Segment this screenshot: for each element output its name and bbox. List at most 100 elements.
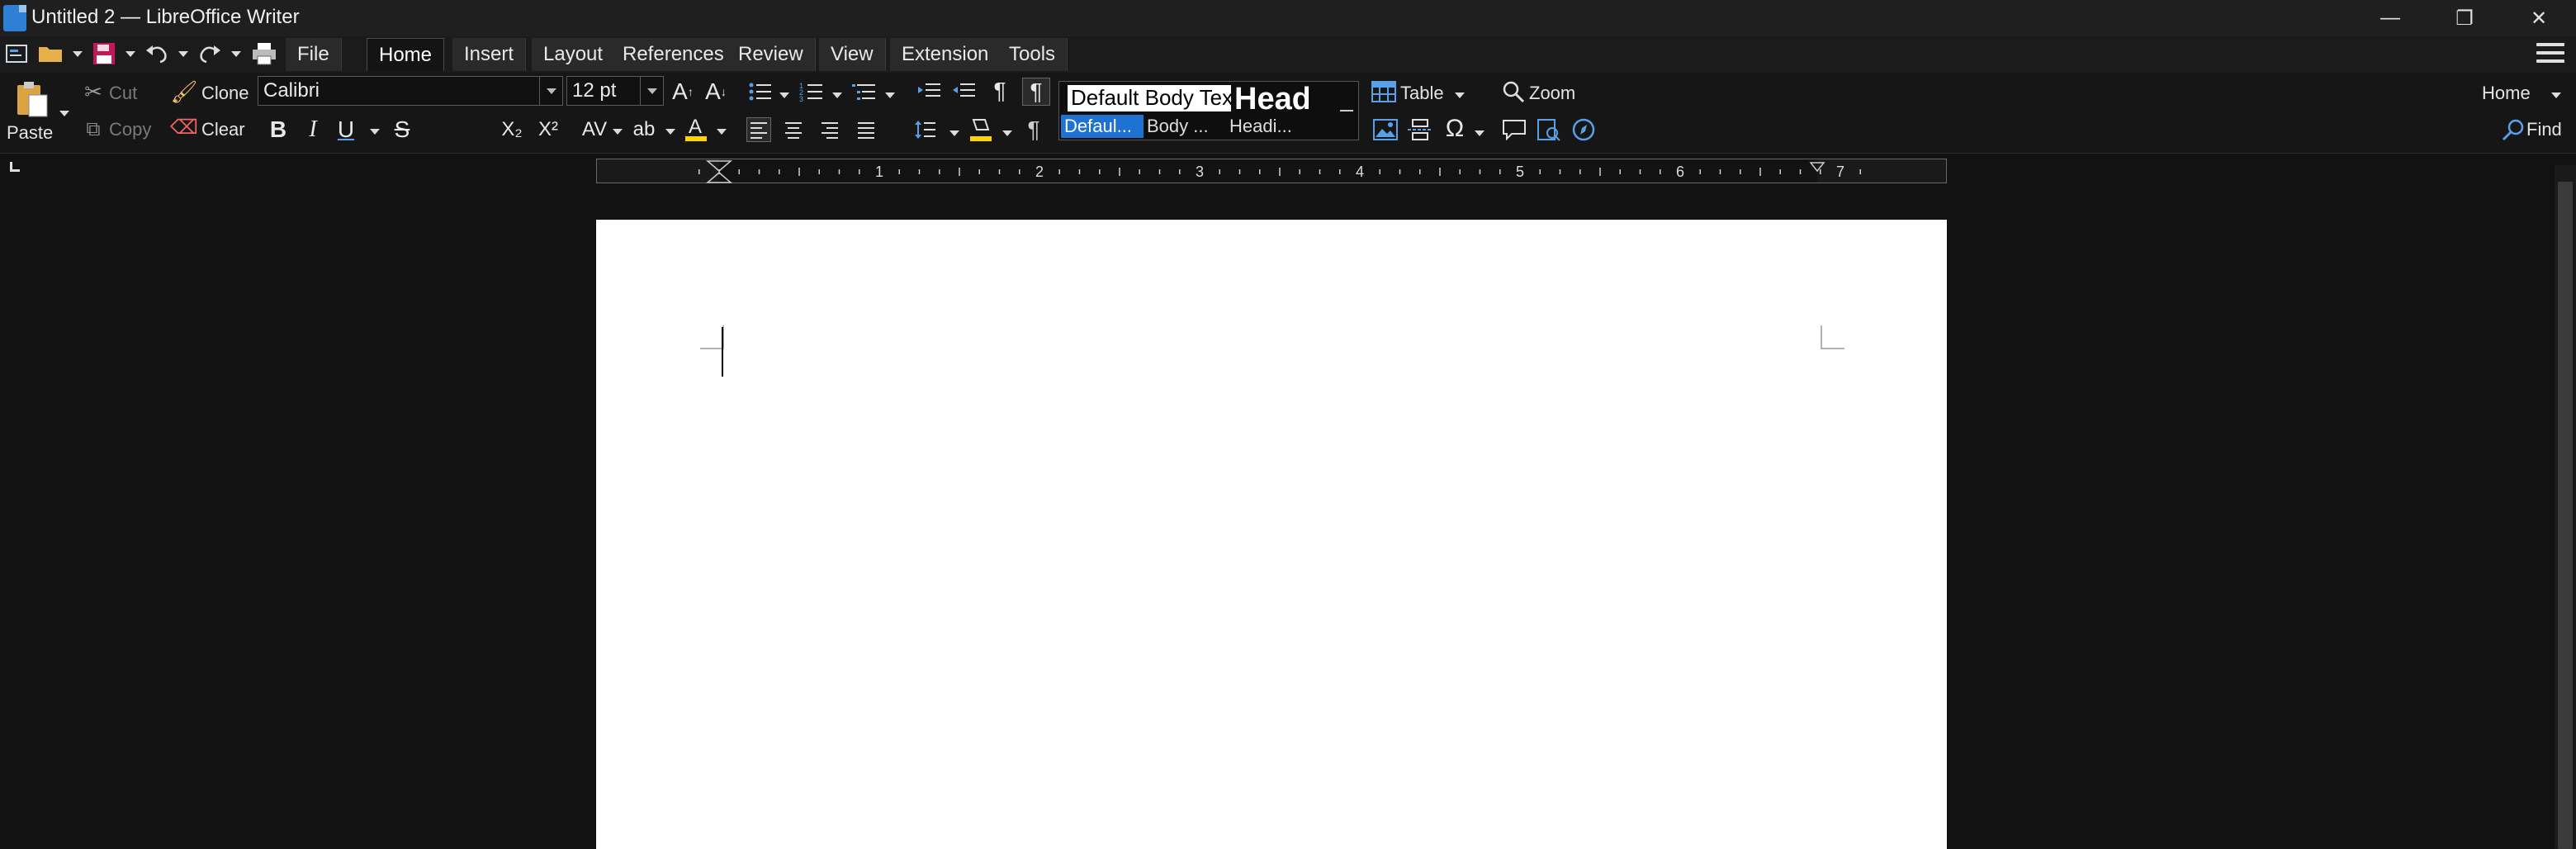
special-character-dropdown-icon[interactable] xyxy=(1475,130,1485,136)
find-icon[interactable] xyxy=(2502,117,2525,142)
cut-icon[interactable]: ✂ xyxy=(81,79,106,104)
open-folder-icon[interactable] xyxy=(36,41,66,66)
comment-icon[interactable] xyxy=(1501,117,1527,142)
right-indent-marker[interactable] xyxy=(1809,162,1825,173)
undo-icon[interactable] xyxy=(142,41,172,66)
font-size-combo[interactable]: 12 pt xyxy=(566,76,664,106)
highlight-dropdown-icon[interactable] xyxy=(665,129,675,135)
redo-icon[interactable] xyxy=(195,41,225,66)
tab-stop-selector-icon[interactable] xyxy=(10,162,20,172)
close-button[interactable]: ✕ xyxy=(2502,0,2576,36)
table-dropdown-icon[interactable] xyxy=(1455,92,1465,98)
zoom-icon[interactable] xyxy=(1501,79,1526,104)
clear-label[interactable]: Clear xyxy=(201,119,245,140)
clone-label[interactable]: Clone xyxy=(201,83,249,104)
increase-indent-icon[interactable] xyxy=(916,79,941,104)
tab-references[interactable]: References xyxy=(611,38,736,71)
table-label[interactable]: Table xyxy=(1400,83,1444,104)
zoom-label[interactable]: Zoom xyxy=(1529,83,1575,104)
tab-tools[interactable]: Tools xyxy=(997,38,1068,71)
bullet-list-dropdown-icon[interactable] xyxy=(779,92,789,98)
formatting-marks-icon[interactable]: ¶ xyxy=(1022,78,1050,106)
save-dropdown-icon[interactable] xyxy=(125,51,135,57)
tab-insert[interactable]: Insert xyxy=(452,38,527,71)
cut-label[interactable]: Cut xyxy=(109,83,137,104)
horizontal-ruler[interactable]: 1 2 3 4 5 6 7 xyxy=(596,159,1947,183)
strikethrough-button[interactable]: S xyxy=(390,116,414,144)
align-center-icon[interactable] xyxy=(781,117,806,142)
find-label[interactable]: Find xyxy=(2526,119,2562,140)
grow-font-icon[interactable]: A ↑ xyxy=(670,79,695,104)
decrease-indent-icon[interactable] xyxy=(951,79,976,104)
bold-button[interactable]: B xyxy=(266,116,291,144)
tab-layout[interactable]: Layout xyxy=(532,38,616,71)
special-character-icon[interactable]: Ω xyxy=(1442,116,1468,142)
tab-extension[interactable]: Extension xyxy=(890,38,1002,71)
navigator-icon[interactable] xyxy=(1570,117,1597,142)
font-name-dropdown-icon[interactable] xyxy=(539,77,562,105)
paragraph-ltr-icon[interactable]: ¶ xyxy=(987,78,1012,104)
tab-home[interactable]: Home xyxy=(367,38,445,71)
font-name-combo[interactable]: Calibri xyxy=(258,76,563,106)
justify-icon[interactable] xyxy=(854,117,878,142)
bullet-list-icon[interactable] xyxy=(746,79,774,104)
clear-formatting-icon[interactable]: ⌫ xyxy=(170,116,198,140)
subscript-button[interactable]: X₂ xyxy=(499,117,525,142)
insert-image-icon[interactable] xyxy=(1372,117,1399,142)
tab-review[interactable]: Review xyxy=(727,38,816,71)
font-size-dropdown-icon[interactable] xyxy=(640,77,663,105)
ribbon-mode-dropdown-icon[interactable] xyxy=(2551,92,2561,98)
numbered-list-icon[interactable]: 123 xyxy=(798,79,826,104)
tab-view[interactable]: View xyxy=(819,38,886,71)
paste-icon[interactable] xyxy=(12,79,53,121)
undo-dropdown-icon[interactable] xyxy=(178,51,188,57)
align-right-icon[interactable] xyxy=(817,117,842,142)
paragraph-background-icon[interactable] xyxy=(968,116,994,144)
style-preview-heading[interactable]: Heading xyxy=(1234,82,1309,117)
align-left-icon[interactable] xyxy=(746,117,771,142)
paragraph-background-dropdown-icon[interactable] xyxy=(1002,130,1012,136)
style-gallery[interactable]: Default Body Text Heading Defaul... Body… xyxy=(1058,81,1359,140)
italic-button[interactable]: I xyxy=(301,116,325,144)
track-changes-icon[interactable] xyxy=(1536,117,1562,142)
menu-hamburger-icon[interactable] xyxy=(2536,43,2564,68)
new-document-icon[interactable] xyxy=(3,41,33,66)
style-item-default[interactable]: Defaul... xyxy=(1061,115,1144,138)
style-preview-default[interactable]: Default Body Text xyxy=(1068,85,1231,111)
minimize-button[interactable]: — xyxy=(2353,0,2427,36)
redo-dropdown-icon[interactable] xyxy=(231,51,241,57)
paste-label[interactable]: Paste xyxy=(7,122,53,144)
outline-list-icon[interactable] xyxy=(850,79,878,104)
numbered-list-dropdown-icon[interactable] xyxy=(832,92,842,98)
superscript-button[interactable]: X² xyxy=(535,117,561,142)
style-item-heading[interactable]: Headi... xyxy=(1226,115,1309,138)
save-icon[interactable] xyxy=(89,41,119,66)
outline-list-dropdown-icon[interactable] xyxy=(885,92,895,98)
style-gallery-expand-icon[interactable] xyxy=(1340,110,1353,111)
document-page[interactable] xyxy=(596,220,1947,849)
line-spacing-icon[interactable] xyxy=(913,117,938,142)
table-icon[interactable] xyxy=(1371,79,1397,104)
shrink-font-icon[interactable]: A ↓ xyxy=(703,79,728,104)
font-color-icon[interactable]: A xyxy=(682,114,710,144)
tab-file[interactable]: File xyxy=(286,38,342,71)
style-item-body[interactable]: Body ... xyxy=(1144,115,1226,138)
underline-button[interactable]: U xyxy=(334,116,358,144)
copy-label[interactable]: Copy xyxy=(109,119,151,140)
clone-formatting-icon[interactable]: 🖌 xyxy=(171,79,198,104)
restore-button[interactable]: ❐ xyxy=(2427,0,2502,36)
line-spacing-dropdown-icon[interactable] xyxy=(949,130,959,136)
ribbon-mode-dropdown[interactable]: Home xyxy=(2482,83,2531,104)
paragraph-rtl-icon[interactable]: ¶ xyxy=(1020,116,1047,144)
character-spacing-dropdown-icon[interactable] xyxy=(613,129,623,135)
character-spacing-icon[interactable]: AV xyxy=(578,116,611,144)
vertical-scrollbar-thumb[interactable] xyxy=(2558,182,2573,849)
font-color-dropdown-icon[interactable] xyxy=(717,129,727,135)
page-break-icon[interactable] xyxy=(1407,117,1433,142)
print-icon[interactable] xyxy=(248,41,281,66)
highlight-text-icon[interactable]: ab xyxy=(629,116,659,144)
open-dropdown-icon[interactable] xyxy=(73,51,83,57)
underline-dropdown-icon[interactable] xyxy=(370,129,380,135)
copy-icon[interactable]: ⧉ xyxy=(81,117,106,142)
paste-dropdown-icon[interactable] xyxy=(59,111,69,116)
